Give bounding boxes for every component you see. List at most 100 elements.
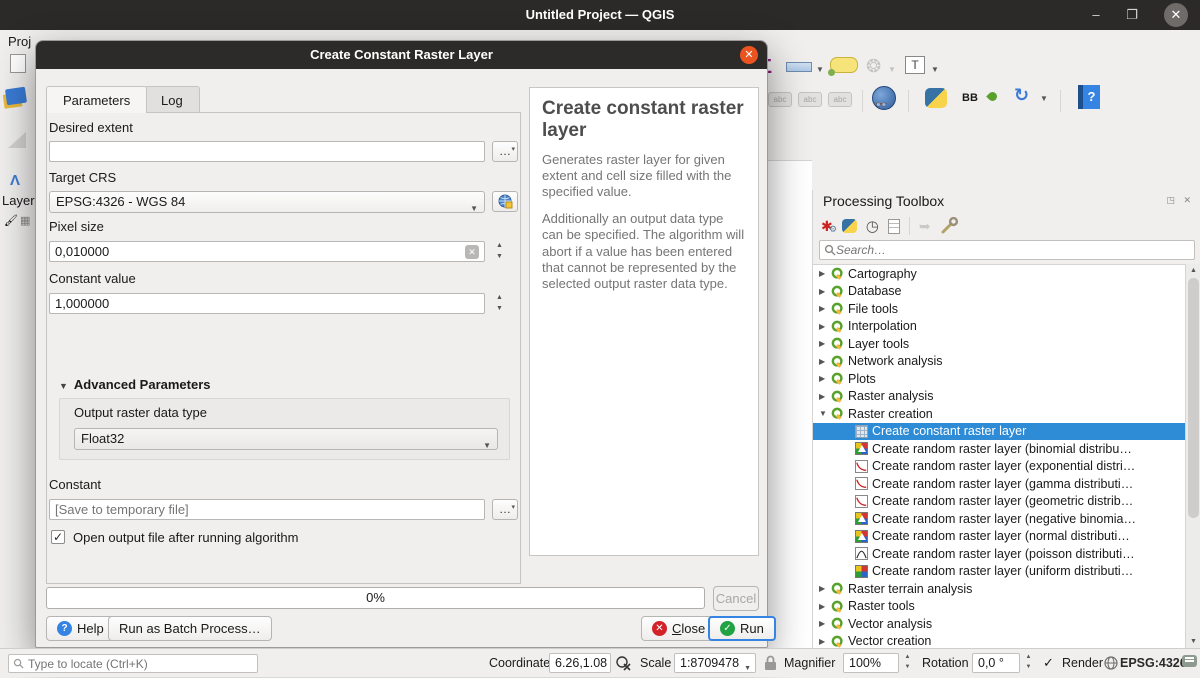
menu-project[interactable]: Proj	[8, 34, 31, 49]
measure-dropdown-caret[interactable]: ▼	[816, 65, 824, 74]
expand-arrow-icon[interactable]: ▶	[819, 374, 829, 383]
tree-item-group[interactable]: ▶File tools	[813, 300, 1185, 318]
help-button[interactable]: ? Help	[46, 616, 115, 641]
tab-parameters[interactable]: Parameters	[46, 86, 147, 113]
minimize-button[interactable]: –	[1084, 3, 1108, 27]
tree-item-algorithm[interactable]: Create random raster layer (geometric di…	[813, 493, 1185, 511]
add-layer-icon[interactable]	[5, 87, 27, 106]
dialog-close-button[interactable]: ✕	[740, 46, 758, 64]
refresh-dropdown-caret[interactable]: ▼	[1040, 94, 1048, 103]
expand-arrow-icon[interactable]: ▶	[819, 584, 829, 593]
desired-extent-input[interactable]	[49, 141, 485, 162]
toolbox-search-input[interactable]	[836, 243, 1190, 257]
advanced-parameters-toggle[interactable]: ▼Advanced Parameters	[59, 377, 211, 392]
output-type-combo[interactable]: Float32 ▼	[74, 428, 498, 450]
tree-item-algorithm[interactable]: Create random raster layer (gamma distri…	[813, 475, 1185, 493]
tree-item-group[interactable]: ▶Network analysis	[813, 353, 1185, 371]
bb-plugin-button[interactable]: BB	[962, 92, 978, 104]
lambda-icon[interactable]: Λ	[10, 172, 20, 189]
expand-arrow-icon[interactable]: ▶	[819, 637, 829, 646]
locate-box[interactable]	[8, 654, 258, 673]
extents-toggle-icon[interactable]	[615, 655, 631, 671]
scroll-down-icon[interactable]: ▼	[1186, 635, 1200, 648]
constant-output-input[interactable]	[49, 499, 485, 520]
maximize-button[interactable]: ❐	[1120, 3, 1144, 27]
close-window-button[interactable]: ✕	[1164, 3, 1188, 27]
scripts-python-icon[interactable]	[842, 219, 857, 233]
pixel-size-input[interactable]	[49, 241, 485, 262]
expand-arrow-icon[interactable]: ▶	[819, 304, 829, 313]
rotation-value[interactable]: 0,0 °	[972, 653, 1020, 673]
options-wrench-icon[interactable]	[940, 217, 960, 235]
tree-item-algorithm[interactable]: Create constant raster layer	[813, 423, 1185, 441]
scrollbar-thumb[interactable]	[1188, 278, 1199, 518]
crs-picker-button[interactable]	[492, 191, 518, 212]
new-project-icon[interactable]	[10, 54, 26, 73]
help-book-icon[interactable]: ?	[1078, 85, 1100, 109]
tree-item-group[interactable]: ▶Vector analysis	[813, 615, 1185, 633]
expand-arrow-icon[interactable]: ▶	[819, 602, 829, 611]
expand-arrow-icon[interactable]: ▶	[819, 269, 829, 278]
scroll-up-icon[interactable]: ▲	[1186, 264, 1200, 277]
constant-value-spinner[interactable]: ▲▼	[492, 293, 507, 314]
messages-icon[interactable]	[1182, 655, 1197, 667]
constant-value-input[interactable]	[49, 293, 485, 314]
coordinate-value[interactable]: 6.26,1.08	[549, 653, 611, 673]
metasearch-icon[interactable]: 👓	[872, 86, 896, 110]
python-console-icon[interactable]	[925, 88, 947, 108]
extent-options-button[interactable]: …▾	[492, 141, 518, 162]
tree-item-group[interactable]: ▼Raster creation	[813, 405, 1185, 423]
magnifier-value[interactable]: 100%	[843, 653, 899, 673]
measure-line-icon[interactable]	[786, 62, 812, 72]
crs-status-button[interactable]: EPSG:4326	[1120, 656, 1187, 670]
tree-item-algorithm[interactable]: Create random raster layer (exponential …	[813, 458, 1185, 476]
tree-item-group[interactable]: ▶Database	[813, 283, 1185, 301]
tree-item-group[interactable]: ▶Raster tools	[813, 598, 1185, 616]
toolbox-search[interactable]	[819, 240, 1195, 260]
tree-item-algorithm[interactable]: Create random raster layer (negative bin…	[813, 510, 1185, 528]
close-button[interactable]: ✕ Close	[641, 616, 716, 641]
text-annotation-icon[interactable]: T	[905, 56, 925, 74]
layer-filter-icon[interactable]: ▦	[20, 214, 30, 227]
run-batch-button[interactable]: Run as Batch Process…	[108, 616, 272, 641]
tree-item-algorithm[interactable]: Create random raster layer (uniform dist…	[813, 563, 1185, 581]
geometry-checker-icon[interactable]	[986, 90, 999, 103]
results-viewer-icon[interactable]	[888, 219, 900, 234]
tree-item-algorithm[interactable]: Create random raster layer (poisson dist…	[813, 545, 1185, 563]
tree-scrollbar[interactable]: ▲ ▼	[1185, 264, 1200, 648]
expand-arrow-icon[interactable]: ▶	[819, 339, 829, 348]
expand-arrow-icon[interactable]: ▼	[819, 409, 829, 418]
pixel-size-spinner[interactable]: ▲▼	[492, 241, 507, 262]
expand-arrow-icon[interactable]: ▶	[819, 619, 829, 628]
target-crs-combo[interactable]: EPSG:4326 - WGS 84 ▼	[49, 191, 485, 213]
tree-item-group[interactable]: ▶Interpolation	[813, 318, 1185, 336]
models-icon[interactable]: ✱⚙	[821, 218, 833, 235]
tree-item-algorithm[interactable]: Create random raster layer (binomial dis…	[813, 440, 1185, 458]
expand-arrow-icon[interactable]: ▶	[819, 357, 829, 366]
map-tips-icon[interactable]	[830, 57, 858, 73]
dialog-titlebar[interactable]: Create Constant Raster Layer ✕	[36, 41, 767, 69]
output-file-button[interactable]: …▾	[492, 499, 518, 520]
history-icon[interactable]: ◷	[866, 217, 879, 235]
toolbox-window-icons[interactable]: ◳ ✕	[1166, 195, 1194, 206]
refresh-plugin-icon[interactable]: ↻	[1014, 85, 1029, 106]
tree-item-group[interactable]: ▶Cartography	[813, 265, 1185, 283]
tree-item-group[interactable]: ▶Layer tools	[813, 335, 1185, 353]
tree-item-group[interactable]: ▶Raster terrain analysis	[813, 580, 1185, 598]
tree-item-algorithm[interactable]: Create random raster layer (normal distr…	[813, 528, 1185, 546]
tab-log[interactable]: Log	[144, 86, 200, 113]
lock-scale-icon[interactable]	[764, 655, 777, 671]
expand-arrow-icon[interactable]: ▶	[819, 322, 829, 331]
expand-arrow-icon[interactable]: ▶	[819, 392, 829, 401]
layer-style-icon[interactable]: 🖌	[4, 214, 18, 227]
tree-item-group[interactable]: ▶Vector creation	[813, 633, 1185, 649]
render-checkbox[interactable]: ✓	[1043, 656, 1057, 670]
tree-item-group[interactable]: ▶Raster analysis	[813, 388, 1185, 406]
scale-combo[interactable]: 1:8709478▼	[674, 653, 756, 673]
magnifier-spinner[interactable]: ▲▼	[901, 653, 914, 673]
new-bookmark-icon[interactable]: ❂	[866, 56, 881, 77]
clear-value-icon[interactable]: ✕	[465, 245, 479, 259]
run-button[interactable]: ✓ Run	[708, 616, 776, 641]
locate-input[interactable]	[28, 657, 253, 671]
rotation-spinner[interactable]: ▲▼	[1022, 653, 1035, 673]
